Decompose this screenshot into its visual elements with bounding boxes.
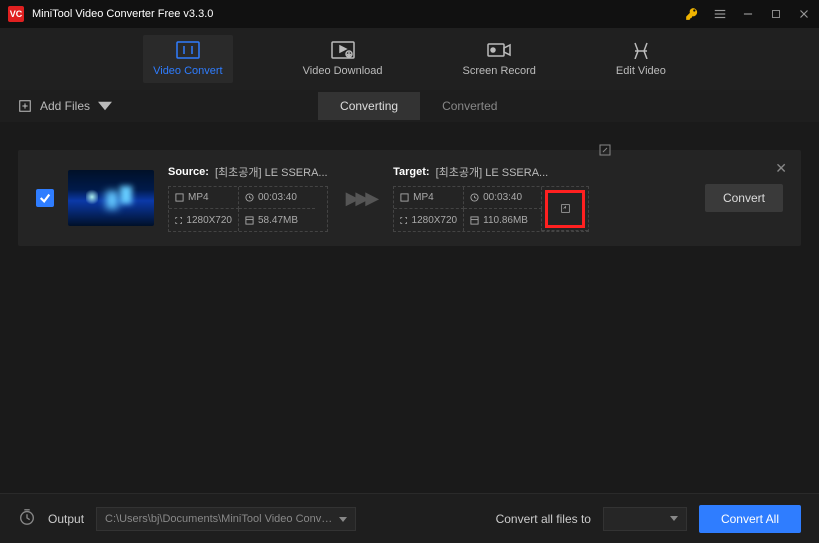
video-thumbnail[interactable]: [68, 170, 154, 226]
settings-icon: [561, 204, 570, 213]
schedule-icon[interactable]: [18, 508, 36, 529]
task-card: Source: [최초공개] LE SSERA... MP4 00:03:40 …: [18, 150, 801, 246]
task-list: Source: [최초공개] LE SSERA... MP4 00:03:40 …: [0, 122, 819, 274]
source-size: 58.47MB: [239, 209, 315, 231]
footer: Output C:\Users\bj\Documents\MiniTool Vi…: [0, 493, 819, 543]
target-resolution: 1280X720: [394, 209, 464, 231]
tab-converted[interactable]: Converted: [420, 92, 519, 120]
target-label: Target:: [393, 166, 429, 178]
target-duration: 00:03:40: [464, 187, 542, 209]
target-size: 110.86MB: [464, 209, 542, 231]
target-column: Target: [최초공개] LE SSERA... MP4 00:03:40: [393, 164, 589, 232]
source-filename: [최초공개] LE SSERA...: [215, 164, 328, 180]
key-icon[interactable]: [685, 7, 699, 21]
output-label: Output: [48, 512, 84, 526]
add-files-label: Add Files: [40, 99, 90, 113]
add-file-icon: [18, 99, 32, 113]
tab-video-convert[interactable]: Video Convert: [143, 35, 233, 83]
source-duration: 00:03:40: [239, 187, 315, 209]
source-resolution: 1280X720: [169, 209, 239, 231]
tab-label: Video Download: [303, 65, 383, 77]
highlight-box: [545, 190, 585, 228]
record-icon: [487, 41, 511, 59]
chevron-down-icon: [670, 516, 678, 521]
rename-icon[interactable]: [599, 144, 611, 159]
app-logo: VC: [8, 6, 24, 22]
convert-all-button[interactable]: Convert All: [699, 505, 801, 533]
remove-task-icon[interactable]: ✕: [775, 160, 787, 177]
tab-edit-video[interactable]: Edit Video: [606, 35, 676, 83]
convert-button[interactable]: Convert: [705, 184, 783, 212]
tab-screen-record[interactable]: Screen Record: [453, 35, 546, 83]
chevron-down-icon: [98, 99, 112, 113]
source-column: Source: [최초공개] LE SSERA... MP4 00:03:40 …: [168, 164, 328, 232]
top-nav: Video Convert Video Download Screen Reco…: [0, 28, 819, 90]
convert-icon: [176, 41, 200, 59]
target-info-box: MP4 00:03:40 1280X720 110.86MB: [393, 186, 589, 232]
output-path-text: C:\Users\bj\Documents\MiniTool Video Con…: [105, 513, 333, 525]
titlebar: VC MiniTool Video Converter Free v3.3.0: [0, 0, 819, 28]
output-path-field[interactable]: C:\Users\bj\Documents\MiniTool Video Con…: [96, 507, 356, 531]
source-label: Source:: [168, 166, 209, 178]
convert-all-to-label: Convert all files to: [496, 512, 591, 526]
source-header: Source: [최초공개] LE SSERA...: [168, 164, 328, 180]
target-settings-button[interactable]: [542, 187, 588, 231]
task-checkbox[interactable]: [36, 189, 54, 207]
tab-label: Screen Record: [463, 65, 536, 77]
target-header: Target: [최초공개] LE SSERA...: [393, 164, 589, 180]
maximize-icon[interactable]: [769, 7, 783, 21]
convert-all-format-select[interactable]: [603, 507, 687, 531]
add-files-button[interactable]: Add Files: [12, 95, 118, 117]
minimize-icon[interactable]: [741, 7, 755, 21]
target-format: MP4: [394, 187, 464, 209]
status-tabs: Converting Converted: [318, 92, 519, 120]
edit-icon: [629, 41, 653, 59]
chevron-down-icon: [339, 513, 347, 525]
download-icon: [331, 41, 355, 59]
app-title: MiniTool Video Converter Free v3.3.0: [32, 8, 685, 20]
tab-video-download[interactable]: Video Download: [293, 35, 393, 83]
menu-icon[interactable]: [713, 7, 727, 21]
tab-converting[interactable]: Converting: [318, 92, 420, 120]
tab-label: Video Convert: [153, 65, 223, 77]
target-filename: [최초공개] LE SSERA...: [436, 164, 549, 180]
toolbar: Add Files Converting Converted: [0, 90, 819, 122]
close-icon[interactable]: [797, 7, 811, 21]
tab-label: Edit Video: [616, 65, 666, 77]
arrow-icon: ▶▶▶: [342, 188, 380, 209]
source-info-box: MP4 00:03:40 1280X720 58.47MB: [168, 186, 328, 232]
source-format: MP4: [169, 187, 239, 209]
